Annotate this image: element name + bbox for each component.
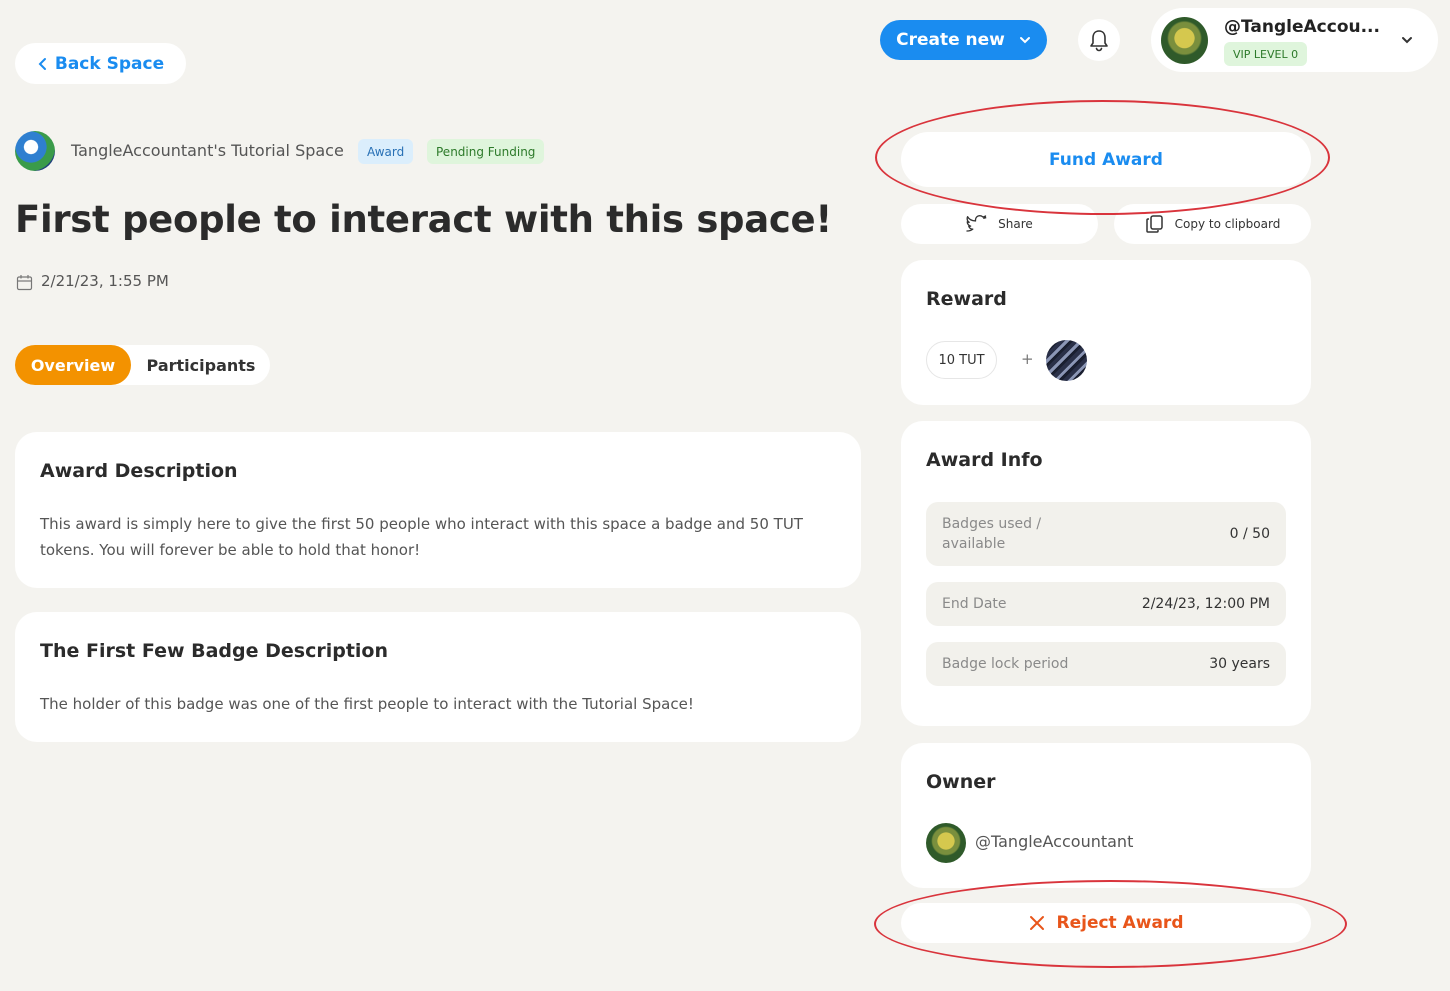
- info-value: 0 / 50: [1229, 526, 1270, 542]
- badge-image[interactable]: [1046, 340, 1087, 381]
- calendar-icon: [16, 275, 33, 291]
- plus-sign: +: [1021, 350, 1034, 368]
- reward-card: Reward 10 TUT +: [901, 260, 1311, 405]
- chevron-down-icon: [1019, 37, 1030, 44]
- space-name-link[interactable]: TangleAccountant's Tutorial Space: [71, 141, 344, 160]
- tab-overview[interactable]: Overview: [15, 345, 131, 385]
- copy-label: Copy to clipboard: [1174, 217, 1281, 231]
- status-badge: Pending Funding: [427, 139, 545, 164]
- copy-icon: [1145, 215, 1163, 233]
- info-value: 2/24/23, 12:00 PM: [1141, 596, 1270, 612]
- profile-menu[interactable]: @TangleAccou... VIP LEVEL 0: [1151, 8, 1438, 72]
- info-row-badges: Badges used / available 0 / 50: [926, 502, 1286, 566]
- info-row-lock-period: Badge lock period 30 years: [926, 642, 1286, 686]
- info-label: Badges used / available: [942, 516, 1042, 552]
- award-description-text: This award is simply here to give the fi…: [40, 515, 803, 559]
- owner-card: Owner @TangleAccountant: [901, 743, 1311, 888]
- reward-title: Reward: [926, 288, 1007, 310]
- owner-name-link[interactable]: @TangleAccountant: [975, 832, 1133, 851]
- info-label: Badge lock period: [942, 656, 1069, 672]
- reject-award-button[interactable]: Reject Award: [901, 903, 1311, 943]
- bell-icon: [1090, 30, 1108, 52]
- info-value: 30 years: [1209, 656, 1270, 672]
- profile-username: @TangleAccou...: [1224, 17, 1380, 37]
- share-label: Share: [998, 217, 1033, 231]
- info-label: End Date: [942, 596, 1007, 612]
- badge-description-text: The holder of this badge was one of the …: [40, 695, 694, 713]
- award-info-card: Award Info Badges used / available 0 / 5…: [901, 421, 1311, 726]
- back-space-label: Back Space: [54, 53, 165, 74]
- page-title: First people to interact with this space…: [15, 198, 832, 241]
- award-description-title: Award Description: [40, 460, 238, 482]
- create-new-label: Create new: [896, 30, 1005, 50]
- owner-title: Owner: [926, 771, 996, 793]
- chevron-down-icon[interactable]: [1400, 34, 1414, 46]
- tabs: Overview Participants: [15, 345, 270, 385]
- fund-award-button[interactable]: Fund Award: [901, 132, 1311, 187]
- avatar: [1161, 17, 1208, 64]
- info-row-end-date: End Date 2/24/23, 12:00 PM: [926, 582, 1286, 626]
- avatar[interactable]: [926, 823, 966, 863]
- vip-level-badge: VIP LEVEL 0: [1224, 42, 1308, 66]
- close-icon: [1029, 916, 1044, 930]
- award-description-card: Award Description This award is simply h…: [15, 432, 861, 588]
- badge-description-card: The First Few Badge Description The hold…: [15, 612, 861, 742]
- reject-award-label: Reject Award: [1056, 913, 1184, 933]
- chevron-left-icon: [38, 57, 46, 70]
- badge-description-title: The First Few Badge Description: [40, 640, 389, 662]
- notifications-button[interactable]: [1078, 19, 1120, 61]
- token-reward-pill: 10 TUT: [926, 341, 997, 379]
- tab-participants[interactable]: Participants: [137, 345, 265, 385]
- award-info-title: Award Info: [926, 449, 1043, 471]
- create-new-button[interactable]: Create new: [880, 20, 1047, 60]
- award-date: 2/21/23, 1:55 PM: [41, 272, 169, 290]
- copy-to-clipboard-button[interactable]: Copy to clipboard: [1114, 204, 1311, 244]
- type-badge: Award: [358, 139, 414, 164]
- space-avatar[interactable]: [15, 131, 55, 171]
- share-button[interactable]: Share: [901, 204, 1098, 244]
- back-space-button[interactable]: Back Space: [15, 43, 186, 84]
- twitter-icon: [966, 215, 987, 232]
